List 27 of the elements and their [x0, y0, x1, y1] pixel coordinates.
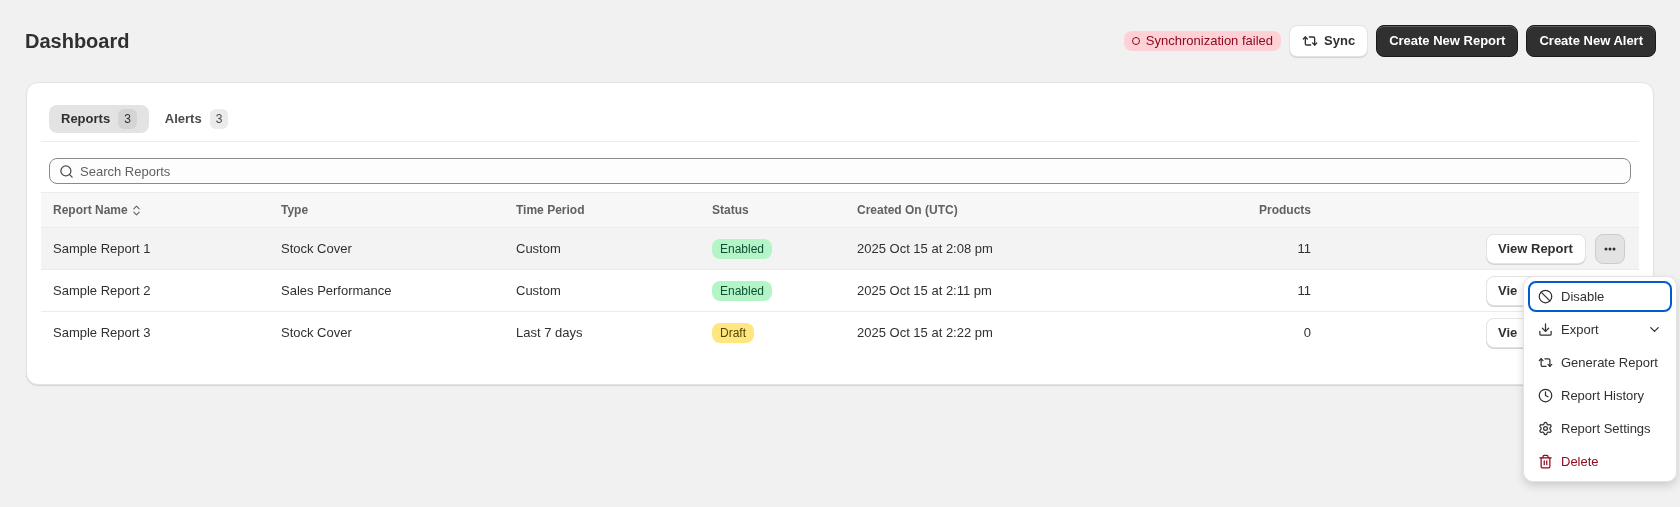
table-cell-text: Stock Cover [281, 324, 353, 343]
table-cell-text: 11 [1297, 239, 1311, 258]
tab-count: 3 [209, 109, 229, 129]
table-cell-text: Custom [516, 239, 562, 258]
table-cell-text: Sales Performance [281, 281, 393, 300]
table-cell-text: Sample Report 3 [53, 324, 152, 343]
table-cell-text: Stock Cover [281, 239, 353, 258]
sync-status-badge: Synchronization failed [1123, 31, 1282, 51]
table-cell-text: Last 7 days [516, 324, 584, 343]
status-badge: Enabled [712, 280, 773, 301]
table-cell-text: 2025 Oct 15 at 2:08 pm [857, 239, 994, 258]
status-badge: Draft [712, 323, 754, 343]
table-cell-text: Custom [516, 281, 562, 300]
table-cell-text: 0 [1303, 324, 1311, 343]
column-header: Type [281, 202, 309, 219]
table-cell-text: 2025 Oct 15 at 2:11 pm [857, 281, 993, 300]
column-header: Products [1259, 202, 1311, 219]
page-title: Dashboard [25, 29, 130, 54]
column-header: Status [712, 202, 749, 219]
status-badge: Enabled [712, 238, 773, 259]
table-cell-text: 11 [1297, 281, 1311, 300]
column-header: Created On (UTC) [857, 202, 958, 219]
table-cell-text: Sample Report 2 [53, 281, 152, 300]
table-cell-text: Sample Report 1 [53, 239, 152, 258]
column-header: Time Period [516, 202, 585, 219]
table-cell-text: 2025 Oct 15 at 2:22 pm [857, 324, 994, 343]
tab-count: 3 [118, 109, 137, 129]
